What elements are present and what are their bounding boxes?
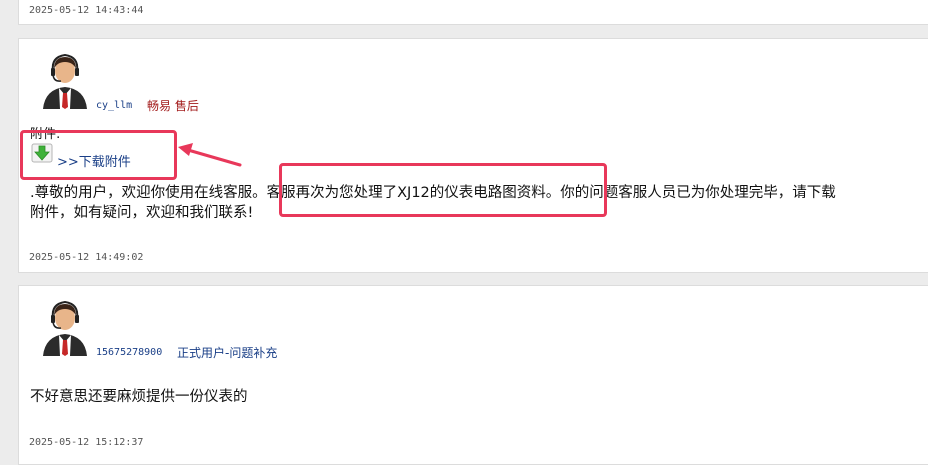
post-timestamp: 2025-05-12 14:43:44 [29,5,144,16]
post-user-role: 畅易 售后 [147,99,199,113]
post-username[interactable]: cy_llm [96,100,132,111]
avatar-agent-icon [39,49,91,109]
post-timestamp: 2025-05-12 14:49:02 [29,252,144,263]
post-timestamp: 2025-05-12 15:12:37 [29,437,144,448]
avatar-agent-icon [39,296,91,356]
highlight-box-attachment [20,130,177,180]
post-card-user-followup: 15675278900 正式用户-问题补充 不好意思还要麻烦提供一份仪表的 20… [18,285,928,465]
post-user-role: 正式用户-问题补充 [177,346,278,360]
post-username[interactable]: 15675278900 [96,347,162,358]
highlight-box-message [279,163,607,217]
post-message-line2: 附件，如有疑问，欢迎和我们联系! [30,205,254,221]
post-message: 不好意思还要麻烦提供一份仪表的 [30,389,248,405]
post-card-previous: 2025-05-12 14:43:44 [18,0,928,25]
